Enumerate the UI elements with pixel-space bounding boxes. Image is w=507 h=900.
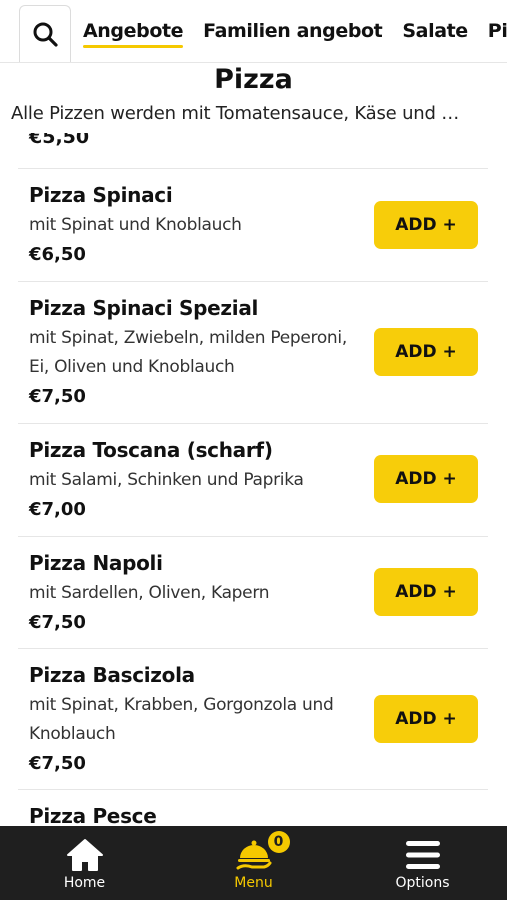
search-icon bbox=[33, 22, 58, 47]
previous-item-price: €5,50 bbox=[29, 133, 90, 148]
nav-home-label: Home bbox=[63, 875, 106, 891]
nav-home[interactable]: Home bbox=[0, 826, 169, 900]
home-icon bbox=[66, 839, 103, 871]
item-price: €7,50 bbox=[29, 753, 86, 774]
add-button[interactable]: ADD + bbox=[374, 568, 478, 616]
add-button[interactable]: ADD + bbox=[374, 455, 478, 503]
item-price: €7,50 bbox=[29, 386, 86, 407]
item-name: Pizza Pesce bbox=[29, 804, 157, 826]
nav-options[interactable]: Options bbox=[338, 826, 507, 900]
bottom-navigation: Home 0 Menu Options bbox=[0, 826, 507, 900]
item-name: Pizza Spinaci Spezial bbox=[29, 296, 259, 320]
category-tabs: Angebote Familien angebot Salate Pizza bbox=[83, 20, 507, 48]
item-name: Pizza Napoli bbox=[29, 551, 163, 575]
menu-item[interactable]: Pizza Spinaci Spezial mit Spinat, Zwiebe… bbox=[18, 282, 488, 424]
item-description: mit Spinat, Krabben, Gorgonzola und Knob… bbox=[29, 695, 334, 744]
nav-options-label: Options bbox=[395, 875, 450, 891]
menu-item[interactable]: Pizza Bascizola mit Spinat, Krabben, Gor… bbox=[18, 649, 488, 790]
item-price: €7,50 bbox=[29, 612, 86, 633]
item-description: mit Spinat und Knoblauch bbox=[29, 215, 242, 235]
cart-count-badge: 0 bbox=[267, 831, 290, 853]
item-name: Pizza Toscana (scharf) bbox=[29, 438, 273, 462]
item-description: mit Sardellen, Oliven, Kapern bbox=[29, 583, 270, 603]
item-name: Pizza Bascizola bbox=[29, 663, 195, 687]
search-button[interactable] bbox=[19, 5, 71, 62]
menu-item[interactable]: Pizza Pesce bbox=[18, 790, 488, 826]
tab-salate[interactable]: Salate bbox=[402, 20, 468, 48]
menu-item[interactable]: Pizza Spinaci mit Spinat und Knoblauch €… bbox=[18, 169, 488, 282]
nav-menu-label: Menu bbox=[234, 875, 273, 891]
item-description: mit Spinat, Zwiebeln, milden Peperoni, E… bbox=[29, 328, 347, 377]
item-name: Pizza Spinaci bbox=[29, 183, 173, 207]
item-description: mit Salami, Schinken und Paprika bbox=[29, 470, 304, 490]
category-bar: Angebote Familien angebot Salate Pizza bbox=[0, 0, 507, 63]
menu-item[interactable]: Pizza Napoli mit Sardellen, Oliven, Kape… bbox=[18, 537, 488, 649]
section-description: Alle Pizzen werden mit Tomatensauce, Käs… bbox=[11, 103, 460, 124]
item-price: €7,00 bbox=[29, 499, 86, 520]
hamburger-icon bbox=[405, 841, 440, 869]
add-button[interactable]: ADD + bbox=[374, 695, 478, 743]
item-price: €6,50 bbox=[29, 244, 86, 265]
nav-menu[interactable]: 0 Menu bbox=[169, 826, 338, 900]
section-title: Pizza bbox=[214, 64, 293, 95]
tab-pizza[interactable]: Pizza bbox=[488, 20, 507, 48]
add-button[interactable]: ADD + bbox=[374, 328, 478, 376]
add-button[interactable]: ADD + bbox=[374, 201, 478, 249]
menu-list[interactable]: €5,50 Pizza Spinaci mit Spinat und Knobl… bbox=[0, 133, 507, 826]
menu-item[interactable]: Pizza Toscana (scharf) mit Salami, Schin… bbox=[18, 424, 488, 537]
tab-angebote[interactable]: Angebote bbox=[83, 20, 184, 48]
tab-familien-angebot[interactable]: Familien angebot bbox=[203, 20, 383, 48]
